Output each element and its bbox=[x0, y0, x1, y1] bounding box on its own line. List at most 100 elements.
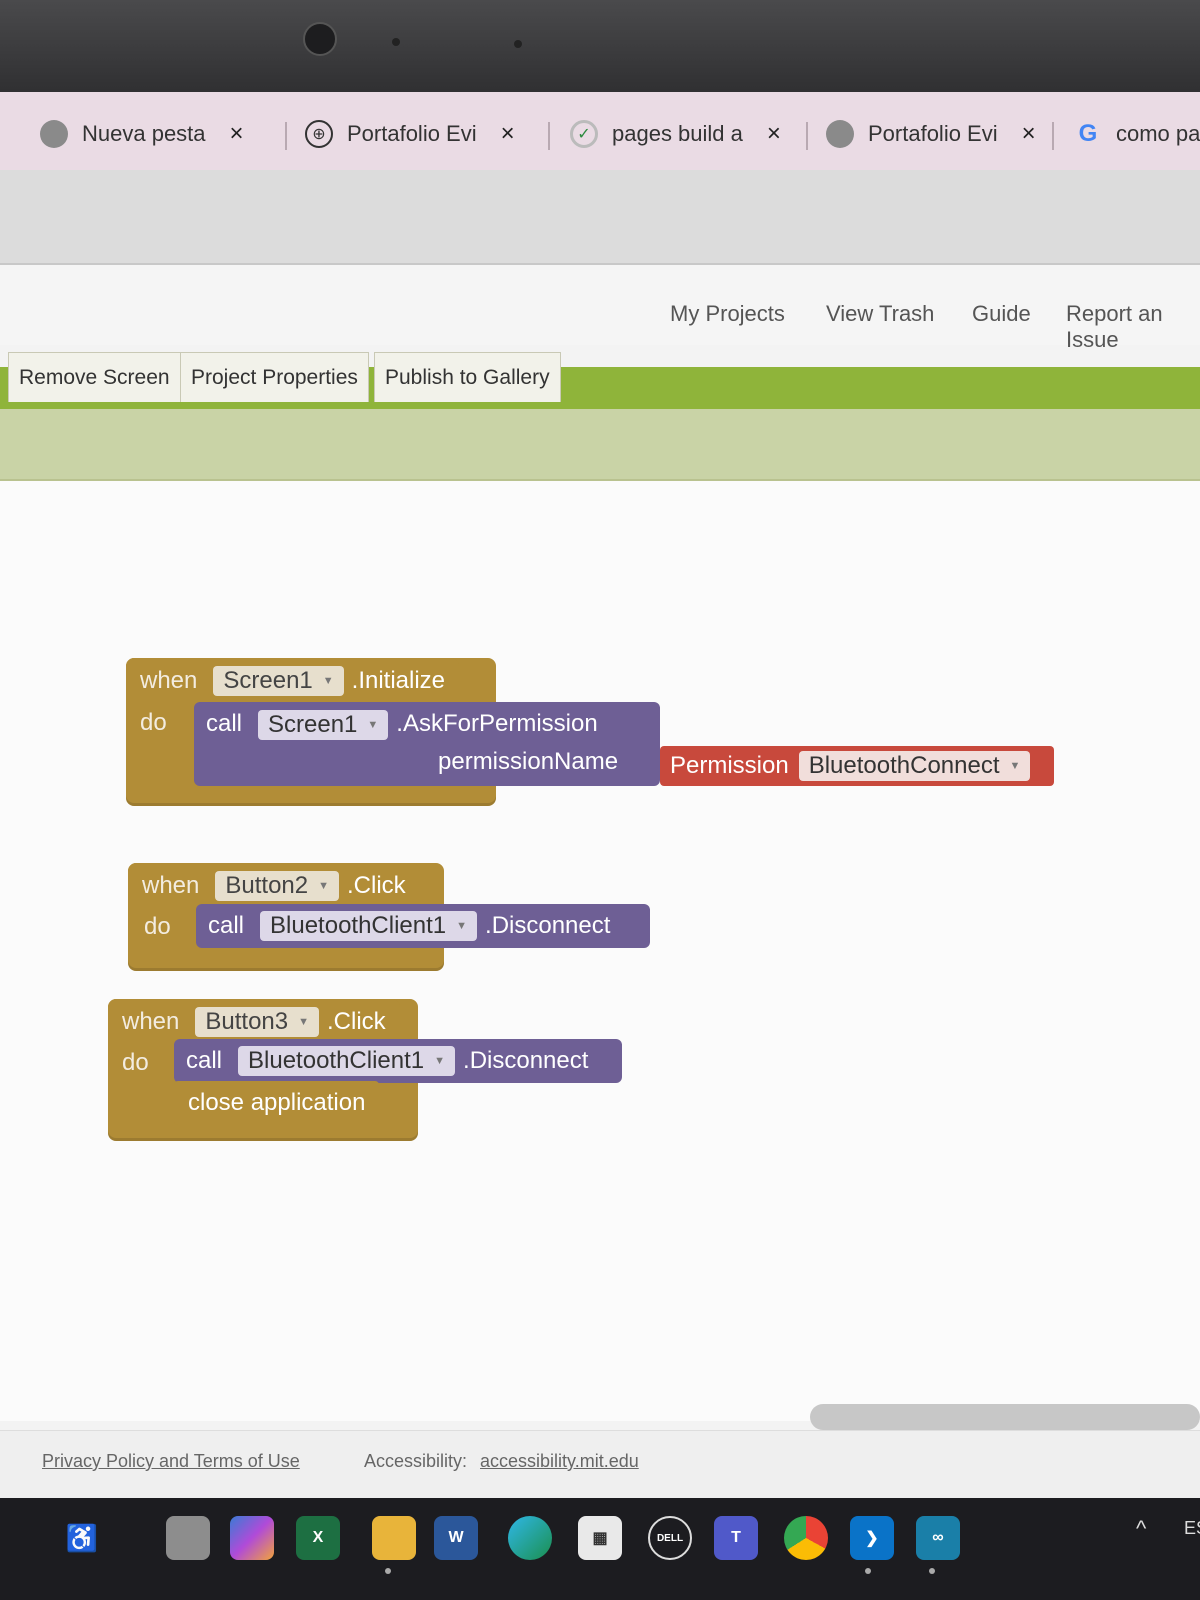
store-icon[interactable]: ▦ bbox=[578, 1516, 622, 1560]
dropdown-value: BluetoothConnect bbox=[808, 752, 1000, 779]
param-label: permissionName bbox=[438, 748, 619, 775]
component-dropdown[interactable]: Button2 ▼ bbox=[215, 871, 339, 901]
app-header: My Projects View Trash Guide Report an I… bbox=[0, 265, 1200, 352]
remove-screen-button[interactable]: Remove Screen bbox=[8, 352, 181, 402]
method-name: .Disconnect bbox=[485, 912, 611, 939]
tab-divider bbox=[548, 122, 550, 150]
globe-outline-icon: ⊕ bbox=[305, 120, 333, 148]
file-explorer-icon[interactable] bbox=[372, 1516, 416, 1560]
dropdown-value: BluetoothClient1 bbox=[248, 1047, 425, 1074]
dropdown-arrow-icon: ▼ bbox=[367, 719, 379, 731]
teams-icon[interactable]: T bbox=[714, 1516, 758, 1560]
browser-tab[interactable]: G como pas bbox=[1074, 112, 1200, 156]
close-icon[interactable]: × bbox=[767, 120, 781, 148]
tab-divider bbox=[1052, 122, 1054, 150]
blocks-workspace[interactable]: when Screen1 ▼ .Initialize do call Screen… bbox=[0, 481, 1200, 1421]
permission-label: Permission bbox=[670, 752, 789, 779]
accessibility-label: Accessibility: bbox=[364, 1451, 468, 1471]
copilot-icon[interactable] bbox=[230, 1516, 274, 1560]
language-indicator[interactable]: ES bbox=[1184, 1518, 1200, 1539]
vscode-icon[interactable]: ❯ bbox=[850, 1516, 894, 1560]
tab-title: como pas bbox=[1116, 121, 1200, 146]
chrome-icon[interactable] bbox=[784, 1516, 828, 1560]
report-issue-link[interactable]: Report an Issue bbox=[1066, 301, 1200, 353]
component-dropdown[interactable]: BluetoothClient1 ▼ bbox=[260, 911, 478, 941]
browser-tab[interactable]: ✓ pages build a × bbox=[570, 112, 781, 156]
bezel-sensor bbox=[514, 40, 522, 48]
globe-gray-icon bbox=[40, 120, 68, 148]
do-keyword: do bbox=[122, 1049, 149, 1076]
when-keyword: when bbox=[140, 667, 198, 694]
my-projects-link[interactable]: My Projects bbox=[670, 301, 785, 327]
view-trash-link[interactable]: View Trash bbox=[826, 301, 934, 327]
horizontal-scrollbar[interactable] bbox=[810, 1404, 1200, 1430]
globe-gray-icon bbox=[826, 120, 854, 148]
excel-icon[interactable]: X bbox=[296, 1516, 340, 1560]
accessibility-link[interactable]: accessibility.mit.edu bbox=[480, 1451, 639, 1472]
google-icon: G bbox=[1078, 120, 1098, 147]
permission-dropdown[interactable]: BluetoothConnect ▼ bbox=[798, 751, 1031, 781]
close-icon[interactable]: × bbox=[230, 120, 244, 148]
dropdown-arrow-icon: ▼ bbox=[1009, 760, 1021, 772]
dropdown-value: Screen1 bbox=[268, 711, 358, 738]
component-dropdown[interactable]: Screen1 ▼ bbox=[258, 710, 389, 740]
running-indicator bbox=[865, 1568, 871, 1574]
dell-icon[interactable]: DELL bbox=[648, 1516, 692, 1560]
dropdown-arrow-icon: ▼ bbox=[434, 1055, 446, 1067]
method-name: .Disconnect bbox=[463, 1047, 589, 1074]
files-icon[interactable] bbox=[166, 1516, 210, 1560]
close-icon[interactable]: × bbox=[501, 120, 515, 148]
event-header: when Button2 ▼ .Click bbox=[128, 863, 420, 909]
dropdown-arrow-icon: ▼ bbox=[456, 920, 468, 932]
bezel-sensor bbox=[392, 38, 400, 46]
chevron-up-icon[interactable]: ^ bbox=[1136, 1516, 1146, 1542]
component-dropdown[interactable]: Screen1 ▼ bbox=[213, 666, 344, 696]
project-properties-button[interactable]: Project Properties bbox=[180, 352, 369, 402]
guide-link[interactable]: Guide bbox=[972, 301, 1031, 327]
tab-title: Portafolio Evi bbox=[868, 121, 998, 146]
event-name: .Click bbox=[347, 872, 406, 899]
event-name: .Initialize bbox=[351, 667, 446, 694]
browser-tab[interactable]: Portafolio Evi × bbox=[826, 112, 1036, 156]
dropdown-arrow-icon: ▼ bbox=[322, 675, 334, 687]
call-block-disconnect[interactable]: call BluetoothClient1 ▼ .Disconnect bbox=[174, 1039, 622, 1083]
tab-title: pages build a bbox=[612, 121, 743, 146]
permission-block[interactable]: Permission BluetoothConnect ▼ bbox=[660, 746, 1054, 786]
call-block-disconnect[interactable]: call BluetoothClient1 ▼ .Disconnect bbox=[196, 904, 650, 948]
blocks-subbar bbox=[0, 409, 1200, 481]
dropdown-value: Button2 bbox=[225, 872, 309, 899]
webcam bbox=[303, 22, 337, 56]
browser-tab[interactable]: Nueva pesta × bbox=[40, 112, 244, 156]
component-dropdown[interactable]: Button3 ▼ bbox=[195, 1007, 319, 1037]
close-icon[interactable]: × bbox=[1022, 120, 1036, 148]
call-keyword: call bbox=[208, 912, 245, 939]
edge-icon[interactable] bbox=[508, 1516, 552, 1560]
event-name: .Click bbox=[327, 1008, 386, 1035]
call-keyword: call bbox=[206, 710, 243, 737]
browser-toolbar bbox=[0, 170, 1200, 265]
when-keyword: when bbox=[122, 1008, 180, 1035]
browser-tab-strip: Nueva pesta × ⊕ Portafolio Evi × ✓ pages… bbox=[0, 92, 1200, 170]
page-footer: Privacy Policy and Terms of Use Accessib… bbox=[0, 1430, 1200, 1502]
tab-divider bbox=[806, 122, 808, 150]
dropdown-value: BluetoothClient1 bbox=[270, 912, 447, 939]
publish-to-gallery-button[interactable]: Publish to Gallery bbox=[374, 352, 561, 402]
loading-check-icon: ✓ bbox=[570, 120, 598, 148]
component-dropdown[interactable]: BluetoothClient1 ▼ bbox=[238, 1046, 456, 1076]
running-indicator bbox=[929, 1568, 935, 1574]
laptop-bezel bbox=[0, 0, 1200, 95]
privacy-policy-link[interactable]: Privacy Policy and Terms of Use bbox=[42, 1451, 300, 1472]
screen: Nueva pesta × ⊕ Portafolio Evi × ✓ pages… bbox=[0, 92, 1200, 1502]
app-infinity-icon[interactable]: ∞ bbox=[916, 1516, 960, 1560]
when-keyword: when bbox=[142, 872, 200, 899]
running-indicator bbox=[385, 1568, 391, 1574]
tab-divider bbox=[285, 122, 287, 150]
dropdown-arrow-icon: ▼ bbox=[298, 1016, 309, 1028]
word-icon[interactable]: W bbox=[434, 1516, 478, 1560]
browser-tab[interactable]: ⊕ Portafolio Evi × bbox=[305, 112, 515, 156]
dropdown-arrow-icon: ▼ bbox=[318, 880, 329, 892]
tab-title: Nueva pesta bbox=[82, 121, 206, 146]
close-application-block[interactable]: close application bbox=[174, 1081, 380, 1125]
do-keyword: do bbox=[140, 709, 167, 736]
accessibility-icon[interactable]: ♿ bbox=[60, 1516, 104, 1560]
